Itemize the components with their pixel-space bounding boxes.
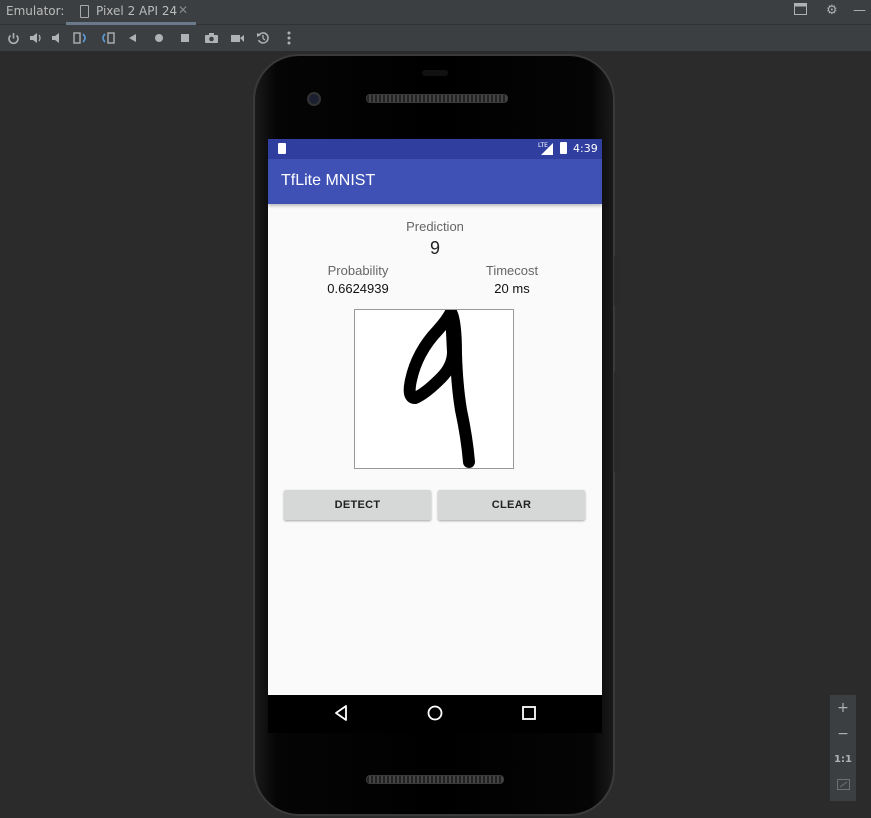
- emulator-label: Emulator:: [6, 4, 65, 18]
- emulator-toolbar: [0, 25, 871, 52]
- settings-gear-icon[interactable]: ⚙: [826, 3, 838, 18]
- back-icon[interactable]: [124, 29, 142, 47]
- nav-home-icon[interactable]: [427, 705, 443, 725]
- network-type: LTE: [538, 142, 548, 149]
- screenshot-icon[interactable]: [202, 29, 220, 47]
- proximity-sensor: [422, 70, 448, 76]
- drawing-canvas[interactable]: [354, 306, 514, 469]
- nav-back-icon[interactable]: [334, 705, 348, 725]
- app-title: TfLite MNIST: [281, 172, 376, 189]
- power-side-button: [614, 256, 619, 306]
- zoom-fit-icon[interactable]: [830, 773, 856, 799]
- clear-button[interactable]: CLEAR: [438, 490, 585, 520]
- volume-up-icon[interactable]: [27, 29, 45, 47]
- volume-down-icon[interactable]: [48, 29, 66, 47]
- emulator-title-bar: Emulator: Pixel 2 API 24 ✕ ⚙ —: [0, 0, 871, 25]
- home-icon[interactable]: [150, 29, 168, 47]
- device-tab[interactable]: Pixel 2 API 24 ✕: [66, 0, 196, 25]
- zoom-in-button[interactable]: +: [830, 695, 856, 721]
- android-nav-bar: [268, 695, 602, 733]
- status-time: 4:39: [573, 142, 598, 155]
- detect-button[interactable]: DETECT: [284, 490, 431, 520]
- rotate-right-icon[interactable]: [98, 29, 116, 47]
- snapshot-icon[interactable]: [254, 29, 272, 47]
- status-bar: LTE 4:39: [268, 139, 602, 159]
- timecost-value: 20 ms: [494, 281, 530, 296]
- zoom-controls: + − 1:1: [829, 694, 857, 802]
- screenrecord-icon[interactable]: [228, 29, 246, 47]
- device-screen: LTE 4:39 TfLite MNIST Prediction 9 Proba…: [268, 139, 602, 733]
- phone-icon: [80, 5, 89, 18]
- timecost-label: Timecost: [485, 263, 539, 278]
- nav-recents-icon[interactable]: [522, 705, 536, 724]
- earpiece-speaker: [366, 94, 508, 103]
- probability-value: 0.6624939: [327, 281, 389, 296]
- more-icon[interactable]: [280, 29, 298, 47]
- overview-icon[interactable]: [176, 29, 194, 47]
- front-camera-icon: [307, 92, 321, 106]
- close-tab-icon[interactable]: ✕: [178, 3, 188, 17]
- volume-side-button: [614, 372, 619, 472]
- minimize-icon[interactable]: —: [853, 3, 866, 18]
- prediction-label: Prediction: [406, 219, 464, 234]
- probability-label: Probability: [327, 263, 389, 278]
- prediction-value: 9: [429, 238, 440, 258]
- power-icon[interactable]: [4, 29, 22, 47]
- zoom-out-button[interactable]: −: [830, 721, 856, 747]
- app-bar: TfLite MNIST: [268, 159, 602, 204]
- battery-icon: [560, 142, 567, 154]
- sd-card-icon: [278, 143, 286, 154]
- handwritten-digit-stroke: [403, 306, 475, 468]
- window-mode-icon[interactable]: [794, 3, 807, 19]
- zoom-actual-size-button[interactable]: 1:1: [830, 747, 856, 773]
- device-tab-label: Pixel 2 API 24: [96, 4, 178, 18]
- bottom-speaker: [366, 775, 504, 784]
- rotate-left-icon[interactable]: [72, 29, 90, 47]
